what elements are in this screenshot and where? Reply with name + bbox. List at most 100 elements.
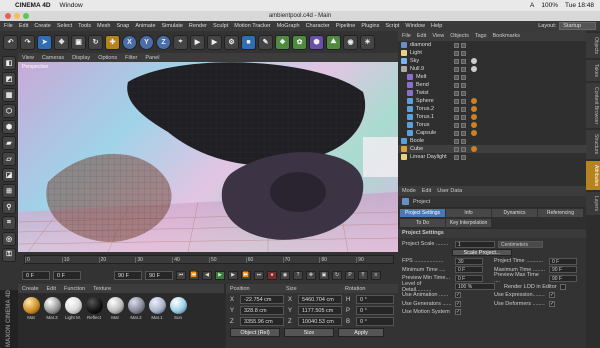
attribute-menu-item[interactable]: Mode [402,188,416,194]
attribute-checkbox[interactable]: ✓ [549,300,555,307]
coord-size-input[interactable]: 5460.704 cm [298,295,342,304]
object-menu-item[interactable]: Edit [417,33,426,39]
material-menu-item[interactable]: Edit [47,286,56,292]
editor-visibility-toggle[interactable] [454,138,459,144]
material-swatch[interactable]: Mat.2 [127,297,145,320]
render-view-icon[interactable]: ▶ [190,34,205,50]
close-window-button[interactable] [5,13,11,19]
editor-visibility-toggle[interactable] [454,98,459,104]
current-frame-field[interactable]: 0 F [53,270,81,280]
material-menu-item[interactable]: Create [22,286,39,292]
flag-icon[interactable]: A [530,2,534,9]
deformer-icon[interactable]: ⬢ [309,34,324,50]
object-row[interactable]: Torus.1 [398,113,586,121]
redo-icon[interactable]: ↷ [20,34,35,50]
viewport-menu-item[interactable]: Options [98,55,117,61]
render-visibility-toggle[interactable] [461,106,466,112]
start-frame-field[interactable]: 0 F [22,270,50,280]
object-tag-icon[interactable] [471,98,477,104]
coord-position-input[interactable]: -22.754 cm [240,295,284,304]
y-axis-icon[interactable]: Y [139,34,154,50]
next-key-icon[interactable]: ⏩ [241,270,251,280]
position-key-icon[interactable]: ✥ [306,270,316,280]
attribute-checkbox[interactable]: ✓ [549,292,555,299]
render-visibility-toggle[interactable] [461,146,466,152]
app-menu-item[interactable]: Tools [78,23,91,29]
snap-icon[interactable]: ⊞ [2,184,16,198]
app-menu-item[interactable]: Animate [135,23,155,29]
app-menu-item[interactable]: Edit [19,23,28,29]
app-name[interactable]: CINEMA 4D [15,2,51,9]
render-visibility-toggle[interactable] [461,90,466,96]
app-menu-item[interactable]: Snap [116,23,129,29]
add-icon[interactable]: ✚ [105,34,120,50]
attribute-input[interactable]: 0 F [455,274,483,282]
rotation-key-icon[interactable]: ↻ [332,270,342,280]
select-arrow-icon[interactable]: ➤ [37,34,52,50]
app-menu-item[interactable]: Mesh [97,23,110,29]
lod-input[interactable]: 100 % [455,283,495,291]
editor-visibility-toggle[interactable] [454,66,459,72]
attribute-input[interactable]: 90 F [549,274,577,282]
render-visibility-toggle[interactable] [461,82,466,88]
end-frame-field[interactable]: 90 F [114,270,142,280]
battery-indicator[interactable]: 100% [541,2,558,9]
object-row[interactable]: Torus.2 [398,105,586,113]
object-row[interactable]: diamond [398,41,586,49]
minimize-window-button[interactable] [14,13,20,19]
coord-rotation-input[interactable]: 0 ° [356,317,394,326]
attribute-tab[interactable]: Key Interpolation [446,218,491,227]
object-menu-item[interactable]: File [402,33,411,39]
goto-end-icon[interactable]: ⏭ [254,270,264,280]
light-icon[interactable]: ☀ [360,34,375,50]
pla-key-icon[interactable]: ⠿ [358,270,368,280]
cube-icon[interactable]: ■ [241,34,256,50]
clock[interactable]: Tue 18:48 [565,2,594,9]
mac-menu-window[interactable]: Window [60,2,83,9]
attribute-menu-item[interactable]: User Data [437,188,462,194]
workplane-icon[interactable]: ⚲ [2,200,16,214]
editor-visibility-toggle[interactable] [454,42,459,48]
object-menu-item[interactable]: View [432,33,444,39]
attribute-input[interactable]: 30 [455,257,483,265]
z-axis-icon[interactable]: Z [156,34,171,50]
app-menu-item[interactable]: Help [431,23,442,29]
object-tag-icon[interactable] [471,146,477,152]
apply-button[interactable]: Apply [338,328,384,337]
coord-size-dropdown[interactable]: Size [284,328,334,337]
prev-key-icon[interactable]: ⏪ [189,270,199,280]
app-menu-item[interactable]: Window [405,23,425,29]
attribute-checkbox[interactable]: ✓ [455,300,461,307]
pen-icon[interactable]: ✎ [258,34,273,50]
app-menu-item[interactable]: MoGraph [277,23,300,29]
app-menu-item[interactable]: File [4,23,13,29]
scale-icon[interactable]: ▣ [71,34,86,50]
viewport-menu-item[interactable]: Filter [125,55,137,61]
coord-size-input[interactable]: 10040.53 cm [298,317,342,326]
material-swatch[interactable]: Mat.1 [148,297,166,320]
param-key-icon[interactable]: P [345,270,355,280]
render-visibility-toggle[interactable] [461,122,466,128]
attribute-checkbox[interactable]: ✓ [455,292,461,299]
record-icon[interactable]: ● [267,270,277,280]
attribute-tab[interactable]: Dynamics [492,209,537,217]
render-settings-icon[interactable]: ⚙ [224,34,239,50]
coord-system-icon[interactable]: ⌖ [173,34,188,50]
render-visibility-toggle[interactable] [461,114,466,120]
coord-position-input[interactable]: 3355.96 cm [240,317,284,326]
viewport-menu-item[interactable]: Cameras [42,55,64,61]
render-visibility-toggle[interactable] [461,154,466,160]
scale-project-button[interactable]: Scale Project... [452,249,512,257]
attribute-tab[interactable]: Info [446,209,491,217]
material-swatch[interactable]: Mat [22,297,40,320]
object-row[interactable]: Melt [398,73,586,81]
prev-frame-icon[interactable]: ◀ [202,270,212,280]
lock-icon[interactable]: ⚿ [2,248,16,262]
editor-visibility-toggle[interactable] [454,58,459,64]
make-editable-icon[interactable]: ◧ [2,56,16,70]
object-row[interactable]: Linear Daylight [398,153,586,161]
timeline-ruler[interactable]: 0 10 20 30 40 50 60 70 80 90 [24,255,394,264]
viewport-menu-item[interactable]: Display [72,55,90,61]
object-menu-item[interactable]: Objects [450,33,469,39]
object-menu-item[interactable]: Tags [475,33,487,39]
